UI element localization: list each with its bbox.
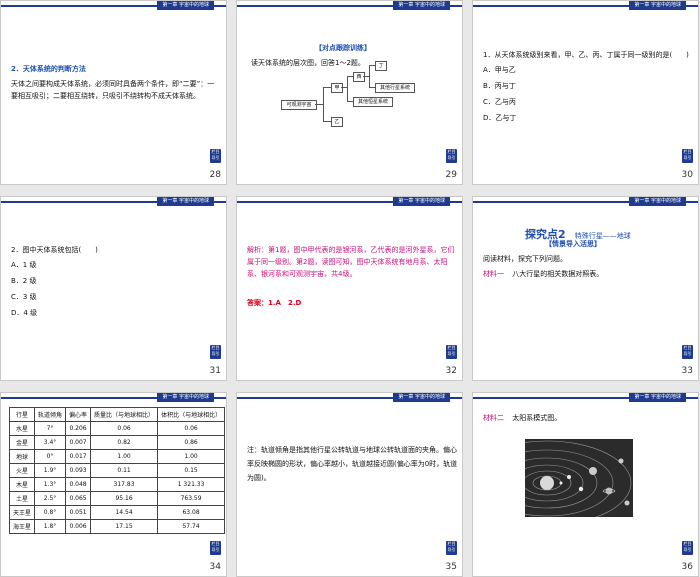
slide-thumbnail-34[interactable]: 第一章 宇宙中的地球 行星 轨道倾角 偏心率 质量比（与地球相比） 体积比（与地… [0,392,227,577]
slide-number: 36 [681,562,693,572]
slide-number: 35 [445,562,457,572]
option-d: D．4 级 [11,309,38,317]
slide-thumbnail-35[interactable]: 第一章 宇宙中的地球 注：轨道倾角是指其他行星公转轨道与地球公转轨道面的夹角。偏… [236,392,463,577]
answer-text: 答案：1.A 2.D [247,299,302,307]
table-row: 金星 3.4° 0.007 0.82 0.86 [8,435,226,450]
option-b: B．丙与丁 [483,82,516,90]
table-row: 火星 1.9° 0.093 0.11 0.15 [8,463,226,478]
planet-data-table: 行星 轨道倾角 偏心率 质量比（与地球相比） 体积比（与地球相比） 水星 7° 0.… [8,407,226,534]
instruction-text: 阅读材料，探究下列问题。 [483,255,567,263]
slide-number: 30 [681,170,693,180]
diagram-node-yi: 乙 [331,117,343,127]
slide-header: 第一章 宇宙中的地球 [1,1,226,11]
back-button[interactable]: 栏目导引 [210,541,221,555]
slide-title: 2．天体系统的判断方法 [11,65,86,73]
slide-title: 【对点跟踪训练】 [315,44,371,52]
back-button[interactable]: 栏目导引 [446,541,457,555]
back-button[interactable]: 栏目导引 [446,345,457,359]
diagram-node-other-planets: 其他行星系统 [375,83,415,93]
diagram-node-jia: 甲 [331,83,343,93]
slide-number: 32 [445,366,457,376]
back-button[interactable]: 栏目导引 [682,345,693,359]
material-line: 材料二 太阳系模式图。 [483,412,561,424]
slide-number: 29 [445,170,457,180]
back-button[interactable]: 栏目导引 [210,345,221,359]
slide-header: 第一章 宇宙中的地球 [473,1,698,11]
option-b: B．2 级 [11,277,37,285]
slide-thumbnail-30[interactable]: 第一章 宇宙中的地球 1．从天体系统级别来看，甲、乙、丙、丁属于同一级别的是( … [472,0,699,185]
option-d: D．乙与丁 [483,114,517,122]
slide-thumbnail-33[interactable]: 第一章 宇宙中的地球 探究点2 特殊行星——地球 【情景导入活思】 阅读材料，探… [472,196,699,381]
material-text: 八大行星的相关数据对照表。 [512,270,604,278]
section-tag: 【情景导入活思】 [545,240,601,248]
slide-header: 第一章 宇宙中的地球 [473,197,698,207]
slide-number: 34 [209,562,221,572]
slide-number: 33 [681,366,693,376]
slide-header: 第一章 宇宙中的地球 [473,393,698,403]
slide-header: 第一章 宇宙中的地球 [237,197,462,207]
material-line: 材料一 八大行星的相关数据对照表。 [483,268,603,280]
slide-intro: 读天体系统的层次图，回答1～2题。 [251,59,365,67]
material-label: 材料一 [483,270,504,278]
slide-header: 第一章 宇宙中的地球 [1,197,226,207]
option-a: A．甲与乙 [483,66,516,74]
slide-number: 28 [209,170,221,180]
slide-header: 第一章 宇宙中的地球 [237,1,462,11]
slide-thumbnail-28[interactable]: 第一章 宇宙中的地球 2．天体系统的判断方法 天体之间要构成天体系统，必须同时具… [0,0,227,185]
slide-thumbnail-29[interactable]: 第一章 宇宙中的地球 【对点跟踪训练】 读天体系统的层次图，回答1～2题。 可观… [236,0,463,185]
back-button[interactable]: 栏目导引 [682,541,693,555]
slide-header: 第一章 宇宙中的地球 [237,393,462,403]
question-text: 1．从天体系统级别来看，甲、乙、丙、丁属于同一级别的是( ) [483,51,689,59]
table-row: 土星 2.5° 0.065 95.16 763.59 [8,491,226,506]
solar-system-image [525,439,633,517]
table-row: 木星 1.3° 0.048 317.83 1 321.33 [8,477,226,492]
diagram-node-ding: 丁 [375,61,387,71]
explanation-text: 解析：第1题，图中甲代表的是银河系，乙代表的是河外星系，它们属于同一级别。第2题… [247,246,455,278]
table-row: 天王星 0.8° 0.051 14.54 63.08 [8,505,226,520]
back-button[interactable]: 栏目导引 [210,149,221,163]
back-button[interactable]: 栏目导引 [682,149,693,163]
table-row: 水星 7° 0.206 0.06 0.06 [8,421,226,436]
slide-header: 第一章 宇宙中的地球 [1,393,226,403]
table-row: 地球 0° 0.017 1.00 1.00 [8,449,226,464]
slide-thumbnail-31[interactable]: 第一章 宇宙中的地球 2．图中天体系统包括( ) A．1 级 B．2 级 C．3… [0,196,227,381]
material-text: 太阳系模式图。 [512,414,562,422]
option-c: C．3 级 [11,293,37,301]
diagram-node-other-stars: 其他恒星系统 [353,97,393,107]
material-label: 材料二 [483,414,504,422]
diagram-node-xi: 西 [353,72,365,82]
slide-body: 天体之间要构成天体系统，必须同时具备两个条件，即“二要”：一要相互吸引；二要相互… [11,80,215,100]
option-a: A．1 级 [11,261,37,269]
slide-thumbnail-32[interactable]: 第一章 宇宙中的地球 解析：第1题，图中甲代表的是银河系，乙代表的是河外星系，它… [236,196,463,381]
question-text: 2．图中天体系统包括( ) [11,246,98,254]
table-row: 海王星 1.8° 0.006 17.15 57.74 [8,519,226,534]
table-header-row: 行星 轨道倾角 偏心率 质量比（与地球相比） 体积比（与地球相比） [8,407,226,422]
note-text: 注：轨道倾角是指其他行星公转轨道与地球公转轨道面的夹角。偏心率反映椭圆的形状，偏… [247,446,458,482]
diagram-node-root: 可观测宇宙 [281,100,317,110]
slide-thumbnail-36[interactable]: 第一章 宇宙中的地球 材料二 太阳系模式图。 栏目导引 36 [472,392,699,577]
slide-number: 31 [209,366,221,376]
option-c: C．乙与丙 [483,98,516,106]
back-button[interactable]: 栏目导引 [446,149,457,163]
